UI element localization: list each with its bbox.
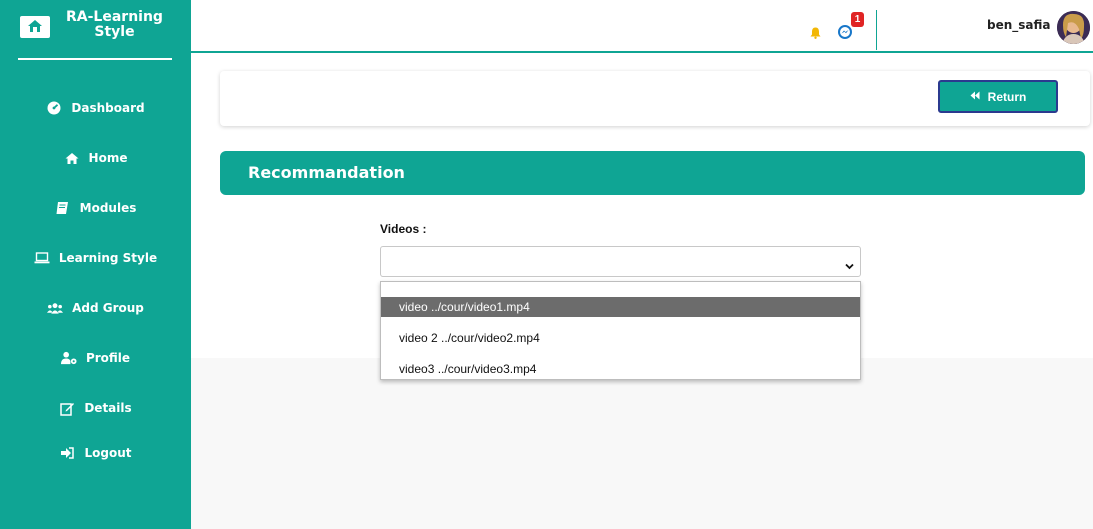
sidebar: RA-Learning Style Dashboard Home Modules… <box>0 0 191 529</box>
return-label: Return <box>987 89 1027 104</box>
sidebar-item-details[interactable]: Details <box>0 390 191 426</box>
dropdown-option[interactable]: video 2 ../cour/video2.mp4 <box>381 328 860 348</box>
messenger-icon[interactable] <box>838 25 852 44</box>
home-icon <box>64 150 80 166</box>
sidebar-item-label: Profile <box>85 351 131 365</box>
brand-line-2: Style <box>94 24 135 40</box>
brand-line-1: RA-Learning <box>66 9 163 25</box>
content-background <box>191 358 1093 529</box>
user-cog-icon <box>60 350 77 366</box>
username[interactable]: ben_safia <box>987 18 1051 32</box>
brand-name: RA-Learning Style <box>66 10 163 40</box>
sidebar-item-label: Details <box>84 401 132 415</box>
sidebar-item-label: Modules <box>79 201 137 215</box>
sidebar-item-profile[interactable]: Profile <box>0 340 191 376</box>
message-count-badge: 1 <box>851 12 864 27</box>
edit-icon <box>59 400 75 416</box>
sidebar-item-label: Home <box>88 151 128 165</box>
laptop-icon <box>34 250 50 266</box>
bell-icon[interactable] <box>810 26 821 44</box>
toolbar-panel: Return <box>220 71 1090 126</box>
videos-select[interactable] <box>380 246 861 277</box>
sidebar-item-learning-style[interactable]: Learning Style <box>0 240 191 276</box>
sidebar-item-logout[interactable]: Logout <box>0 435 191 471</box>
tachometer-icon <box>46 100 62 116</box>
dropdown-option[interactable]: video ../cour/video1.mp4 <box>381 297 860 317</box>
top-navbar: 1 ben_safia <box>191 0 1093 53</box>
return-button[interactable]: Return <box>938 80 1058 113</box>
sidebar-item-home[interactable]: Home <box>0 140 191 176</box>
backward-icon <box>970 91 980 103</box>
sidebar-item-label: Add Group <box>72 301 144 315</box>
chevron-down-icon <box>845 257 854 275</box>
sign-out-icon <box>59 445 75 461</box>
section-header: Recommandation <box>220 151 1085 195</box>
sidebar-item-label: Learning Style <box>58 251 158 265</box>
topbar-divider <box>876 10 877 50</box>
videos-dropdown-list: video ../cour/video1.mp4 video 2 ../cour… <box>380 281 861 380</box>
sidebar-item-label: Dashboard <box>71 101 145 115</box>
sidebar-item-add-group[interactable]: Add Group <box>0 290 191 326</box>
dropdown-option[interactable]: video3 ../cour/video3.mp4 <box>381 359 860 379</box>
users-icon <box>47 300 64 316</box>
avatar[interactable] <box>1057 11 1090 44</box>
brand-logo-icon <box>20 16 50 38</box>
section-title: Recommandation <box>248 163 405 182</box>
sidebar-item-label: Logout <box>84 446 132 460</box>
videos-label: Videos : <box>380 222 427 236</box>
book-icon <box>55 200 71 216</box>
sidebar-item-dashboard[interactable]: Dashboard <box>0 90 191 126</box>
sidebar-item-modules[interactable]: Modules <box>0 190 191 226</box>
brand[interactable]: RA-Learning Style <box>18 10 172 60</box>
app-root: RA-Learning Style Dashboard Home Modules… <box>0 0 1093 529</box>
